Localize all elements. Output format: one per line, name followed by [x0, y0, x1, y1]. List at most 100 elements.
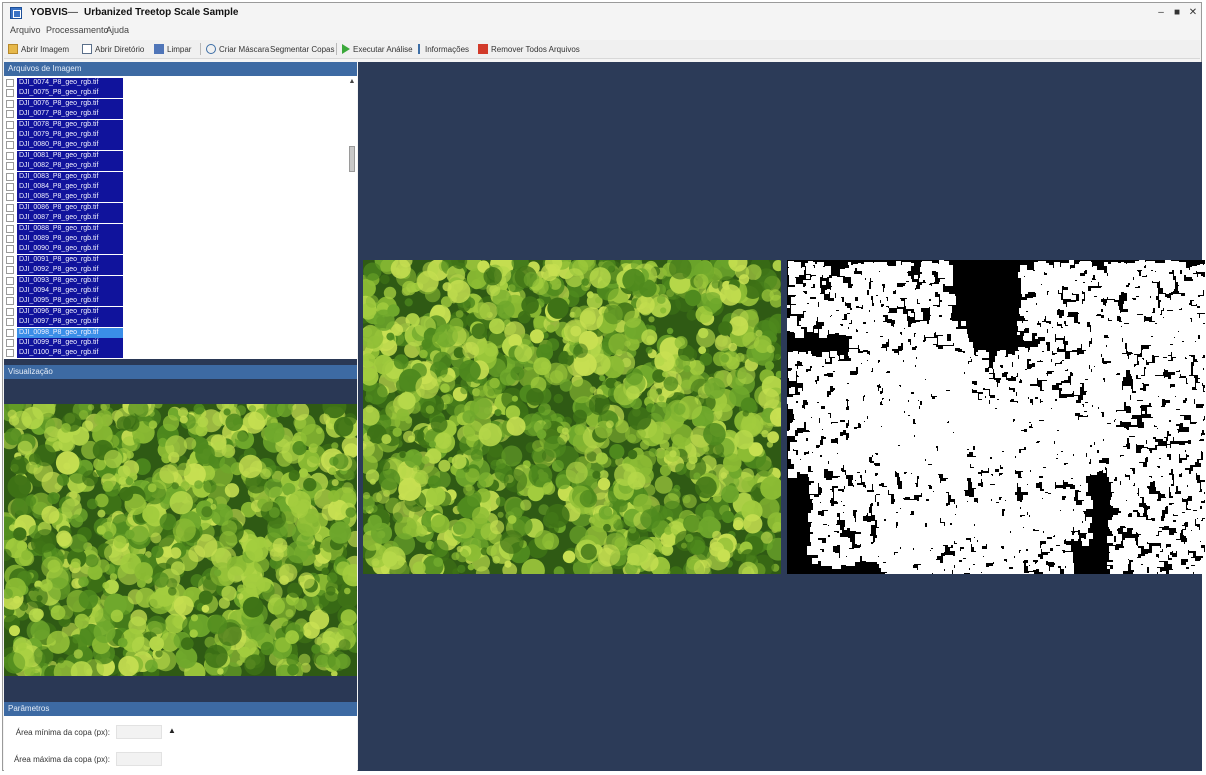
file-checkbox[interactable]	[6, 245, 14, 254]
file-list-item[interactable]: DJI_0097_P8_geo_rgb.tif	[6, 317, 123, 328]
menu-processing[interactable]: Processamento	[46, 25, 109, 35]
file-name: DJI_0081_P8_geo_rgb.tif	[17, 150, 123, 161]
file-list-item[interactable]: DJI_0099_P8_geo_rgb.tif	[6, 338, 123, 348]
file-list-item[interactable]: DJI_0096_P8_geo_rgb.tif	[6, 306, 123, 317]
info-button[interactable]: Informações	[418, 42, 469, 56]
file-checkbox[interactable]	[6, 235, 14, 243]
clear-label: Limpar	[167, 44, 192, 54]
info-label: Informações	[425, 44, 470, 54]
file-list-item[interactable]: DJI_0092_P8_geo_rgb.tif	[6, 265, 123, 276]
remove-icon	[478, 44, 488, 54]
file-list-item[interactable]: DJI_0074_P8_geo_rgb.tif	[6, 78, 123, 88]
file-checkbox[interactable]	[6, 172, 14, 181]
file-checkbox[interactable]	[6, 349, 14, 358]
file-checkbox[interactable]	[6, 224, 14, 233]
file-name: DJI_0098_P8_geo_rgb.tif	[17, 327, 123, 338]
file-checkbox[interactable]	[6, 318, 14, 327]
file-list-item[interactable]: DJI_0082_P8_geo_rgb.tif	[6, 161, 123, 172]
min-crown-area-input[interactable]	[116, 725, 162, 739]
file-name: DJI_0077_P8_geo_rgb.tif	[17, 109, 123, 120]
open-directory-label: Abrir Diretório	[95, 44, 145, 54]
file-name: DJI_0096_P8_geo_rgb.tif	[17, 306, 123, 317]
open-image-label: Abrir Imagem	[21, 44, 70, 54]
file-list-item[interactable]: DJI_0075_P8_geo_rgb.tif	[6, 88, 123, 99]
file-panel-header: Arquivos de Imagem	[4, 62, 357, 76]
file-checkbox[interactable]	[6, 328, 14, 337]
close-button[interactable]: ✕	[1186, 6, 1200, 20]
file-checkbox[interactable]	[6, 339, 14, 347]
file-list-item[interactable]: DJI_0100_P8_geo_rgb.tif	[6, 348, 123, 359]
file-list-item[interactable]: DJI_0087_P8_geo_rgb.tif	[6, 213, 123, 224]
open-directory-button[interactable]: Abrir Diretório	[82, 42, 144, 56]
file-list-item[interactable]: DJI_0095_P8_geo_rgb.tif	[6, 296, 123, 307]
file-list-item[interactable]: DJI_0085_P8_geo_rgb.tif	[6, 192, 123, 203]
file-list-item[interactable]: DJI_0083_P8_geo_rgb.tif	[6, 171, 123, 182]
clear-icon	[154, 44, 164, 54]
file-checkbox[interactable]	[6, 162, 14, 171]
file-checkbox[interactable]	[6, 266, 14, 275]
file-checkbox[interactable]	[6, 183, 14, 191]
file-checkbox[interactable]	[6, 120, 14, 129]
params-panel-header: Parâmetros	[4, 702, 357, 716]
toolbar-divider	[336, 43, 337, 55]
file-checkbox[interactable]	[6, 214, 14, 223]
file-checkbox[interactable]	[6, 255, 14, 264]
file-checkbox[interactable]	[6, 131, 14, 139]
cursor-arrow-icon: ▲	[168, 726, 176, 735]
file-checkbox[interactable]	[6, 99, 14, 108]
file-checkbox[interactable]	[6, 141, 14, 150]
file-list-item[interactable]: DJI_0080_P8_geo_rgb.tif	[6, 140, 123, 151]
file-checkbox[interactable]	[6, 307, 14, 316]
file-checkbox[interactable]	[6, 203, 14, 212]
file-checkbox[interactable]	[6, 110, 14, 119]
menu-bar: Arquivo Processamento Ajuda	[4, 24, 1200, 38]
file-list-item[interactable]: DJI_0076_P8_geo_rgb.tif	[6, 98, 123, 109]
run-analysis-button[interactable]: Executar Análise	[342, 42, 413, 56]
file-list-item[interactable]: DJI_0093_P8_geo_rgb.tif	[6, 275, 123, 286]
file-list-item[interactable]: DJI_0086_P8_geo_rgb.tif	[6, 202, 123, 213]
file-list-item[interactable]: DJI_0078_P8_geo_rgb.tif	[6, 119, 123, 130]
menu-file[interactable]: Arquivo	[10, 25, 41, 35]
file-list[interactable]: ▲ DJI_0074_P8_geo_rgb.tif DJI_0075_P8_geo…	[4, 76, 357, 359]
scrollbar-thumb[interactable]	[349, 146, 355, 172]
file-list-item[interactable]: DJI_0084_P8_geo_rgb.tif	[6, 182, 123, 192]
binary-mask	[787, 260, 1205, 574]
file-checkbox[interactable]	[6, 193, 14, 202]
remove-all-files-button[interactable]: Remover Todos Arquivos	[478, 42, 580, 56]
maximize-button[interactable]: ■	[1170, 6, 1184, 20]
app-name: YOBVIS	[30, 7, 68, 18]
menu-help[interactable]: Ajuda	[106, 25, 129, 35]
file-list-item[interactable]: DJI_0081_P8_geo_rgb.tif	[6, 150, 123, 161]
file-checkbox[interactable]	[6, 287, 14, 295]
file-checkbox[interactable]	[6, 89, 14, 98]
open-image-button[interactable]: Abrir Imagem	[8, 42, 69, 56]
file-list-item[interactable]: DJI_0077_P8_geo_rgb.tif	[6, 109, 123, 120]
window-title: Urbanized Treetop Scale Sample	[84, 7, 239, 18]
scroll-up-arrow-icon[interactable]: ▲	[348, 78, 356, 86]
left-panel: Arquivos de Imagem ▲ DJI_0074_P8_geo_rgb…	[4, 62, 357, 771]
file-list-item[interactable]: DJI_0089_P8_geo_rgb.tif	[6, 234, 123, 244]
file-checkbox[interactable]	[6, 276, 14, 285]
title-separator: —	[68, 7, 78, 18]
file-list-item[interactable]: DJI_0090_P8_geo_rgb.tif	[6, 244, 123, 255]
app-logo-icon	[10, 7, 22, 19]
segment-crowns-button[interactable]: Segmentar Copas	[270, 42, 334, 56]
file-name: DJI_0089_P8_geo_rgb.tif	[17, 234, 123, 244]
file-list-item[interactable]: DJI_0094_P8_geo_rgb.tif	[6, 286, 123, 296]
minimize-button[interactable]: –	[1154, 6, 1168, 20]
file-checkbox[interactable]	[6, 79, 14, 87]
create-mask-button[interactable]: Criar Máscara	[206, 42, 269, 56]
file-checkbox[interactable]	[6, 297, 14, 306]
max-crown-area-input[interactable]	[116, 752, 162, 766]
file-name: DJI_0076_P8_geo_rgb.tif	[17, 98, 123, 109]
file-name: DJI_0079_P8_geo_rgb.tif	[17, 130, 123, 140]
file-name: DJI_0088_P8_geo_rgb.tif	[17, 223, 123, 234]
file-list-item[interactable]: DJI_0079_P8_geo_rgb.tif	[6, 130, 123, 140]
play-icon	[342, 44, 350, 54]
file-list-item[interactable]: DJI_0091_P8_geo_rgb.tif	[6, 254, 123, 265]
file-list-item[interactable]: DJI_0088_P8_geo_rgb.tif	[6, 223, 123, 234]
file-checkbox[interactable]	[6, 151, 14, 160]
clear-button[interactable]: Limpar	[154, 42, 191, 56]
file-list-item[interactable]: DJI_0098_P8_geo_rgb.tif	[6, 327, 123, 338]
file-name: DJI_0083_P8_geo_rgb.tif	[17, 171, 123, 182]
